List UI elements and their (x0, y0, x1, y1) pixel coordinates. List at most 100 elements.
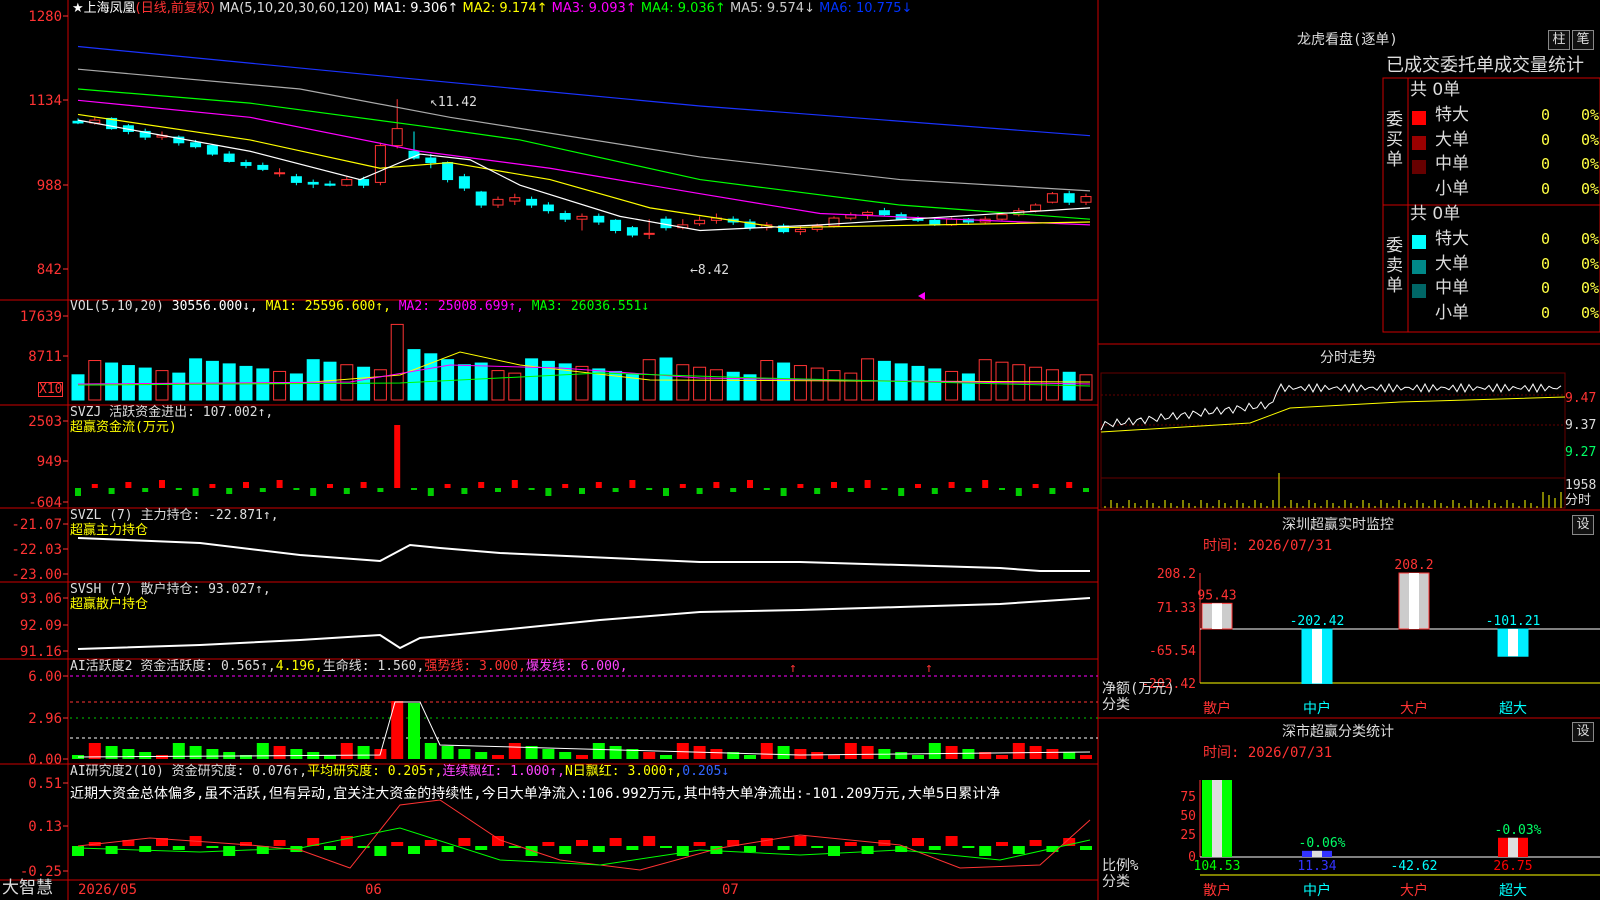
ai-research-bar (172, 846, 185, 850)
stock-name: ★上海凤凰 (72, 1, 136, 16)
svzj-bar (343, 488, 350, 494)
vol-bar (911, 365, 925, 401)
ai-activity-bar (424, 743, 437, 759)
ma-values: MA1: 9.306↑ MA2: 9.174↑ MA3: 9.093↑ MA4:… (373, 1, 912, 16)
main-ytick-2: 1134 (28, 93, 62, 109)
ai-comment: 近期大资金总体偏多,虽不活跃,但有异动,宜关注大资金的持续性,今日大单净流入:1… (70, 786, 1001, 802)
ai-activity-bar (643, 752, 656, 759)
chart-period: (日线,前复权) (135, 1, 215, 16)
vol-bar (256, 368, 270, 401)
bar-mode-button[interactable]: 柱 (1548, 30, 1570, 50)
sell-row-count-3: 0 (1540, 279, 1550, 297)
ai-activity-bar (844, 743, 857, 759)
svzj-bar (915, 484, 921, 488)
ma-value-3: MA3: 9.093↑ (547, 1, 637, 16)
ai-activity-bar (492, 755, 504, 759)
vol-bar (793, 365, 807, 401)
sell-row-pct-4: 0% (1580, 303, 1599, 322)
ai-activity-value2: 4.196, (275, 659, 323, 674)
sell-row-swatch-1 (1412, 235, 1426, 249)
tick-mode-button[interactable]: 笔 (1572, 30, 1594, 50)
classify-xlabel: 分类 (1102, 874, 1130, 890)
vol-bar (961, 373, 975, 401)
ai-activity-bar (794, 749, 807, 759)
ai-activity-bar (290, 749, 303, 759)
svzj-bar (444, 484, 451, 488)
classify-cat-4: 超大 (1499, 883, 1527, 899)
ai-research-bar (643, 836, 656, 846)
ai-research-bar (139, 846, 152, 852)
classify-bar-hl-4 (1508, 837, 1518, 857)
main-ytick-4: 842 (37, 262, 62, 278)
vol-bar (155, 370, 169, 401)
ai-research-bar (273, 840, 286, 846)
vol-bar (189, 358, 203, 401)
svsh-ytick-3: 91.16 (20, 644, 62, 660)
candle-body (223, 153, 235, 162)
svzj-bar (175, 488, 182, 490)
marker-triangle (918, 292, 925, 300)
svzj-bar (713, 482, 720, 488)
vol-bar (827, 370, 841, 401)
ai-research-bar (324, 846, 336, 850)
classify-time: 时间: 2026/07/31 (1203, 745, 1333, 761)
ai-activity-bar (912, 755, 924, 759)
research-value2: 0.205↓ (682, 764, 730, 779)
svzj-bar (982, 480, 989, 488)
ai-research-bar (794, 836, 807, 846)
ai-activity-bar (592, 743, 605, 759)
svsh-header: SVSH (7) 散户持仓: 93.027↑, (70, 582, 271, 597)
svzj-bar (108, 488, 115, 494)
classify-settings-button[interactable]: 设 (1572, 722, 1594, 742)
svzj-bar (293, 488, 300, 490)
ma-value-4: MA4: 9.036↑ (636, 1, 726, 16)
candle-body (374, 145, 386, 183)
sell-side-label: 委卖单 (1386, 236, 1403, 296)
main-ytick-3: 988 (37, 178, 62, 194)
vol-params: VOL(5,10,20) (70, 299, 164, 314)
svzj-bar (377, 488, 384, 492)
ai-activity-bar (576, 755, 588, 759)
classify-value-1: 104.53 (1194, 859, 1241, 874)
vol-bar (289, 373, 303, 401)
candle-body (794, 228, 806, 233)
ai-activity-bar (357, 746, 370, 759)
ai-research-bar (844, 842, 857, 846)
vol-bar (844, 372, 858, 401)
svzj-bar (75, 488, 81, 496)
monitor-bar-hl-2 (1312, 629, 1322, 684)
svzj-bar (243, 482, 249, 488)
vol-bar (390, 323, 404, 401)
monitor-cat-4: 超大 (1499, 701, 1527, 717)
monitor-title: 深圳超赢实时监控 (1282, 517, 1394, 533)
vol-ytick-1: 17639 (20, 309, 62, 325)
ai-research-bar (760, 838, 773, 846)
candle-body (324, 183, 336, 186)
svzj-bar (814, 488, 821, 494)
ai-activity-bar (408, 703, 420, 759)
classify-ytick-1: 75 (1180, 790, 1196, 805)
buy-row-count-2: 0 (1540, 130, 1550, 149)
fenshi-ytick-3: 9.27 (1565, 445, 1597, 460)
ai-research-bar (559, 846, 572, 854)
svzj-bar (612, 488, 619, 492)
svzj-bar (192, 488, 199, 496)
x-label-jul: 07 (722, 882, 739, 898)
brand-logo[interactable]: 大智慧 (2, 880, 53, 897)
ai-research-bar (828, 846, 840, 856)
n-day-red-value: N日飘红: 3.000↑, (564, 764, 683, 779)
svzj-bar (209, 484, 216, 488)
fenshi-avg-line (1100, 396, 1566, 433)
ai-activity-header: AI活跃度2 资金活跃度: 0.565↑,4.196,生命线: 1.560,强势… (70, 659, 628, 675)
monitor-cat-1: 散户 (1203, 700, 1231, 717)
main-chart-header: ★上海凤凰(日线,前复权) MA(5,10,20,30,60,120) MA1:… (72, 1, 912, 17)
svzj-bar (276, 480, 283, 488)
vol-values: 30556.000↓, MA1: 25596.600↑, MA2: 25008.… (172, 299, 649, 314)
ai-research-bar (861, 846, 874, 854)
fenshi-title: 分时走势 (1320, 350, 1376, 366)
buy-total: 共 0单 (1410, 80, 1461, 100)
ai-activity-bar (508, 743, 521, 759)
svzj-bar (679, 484, 686, 488)
candle-body (240, 162, 252, 166)
monitor-settings-button[interactable]: 设 (1572, 515, 1594, 535)
